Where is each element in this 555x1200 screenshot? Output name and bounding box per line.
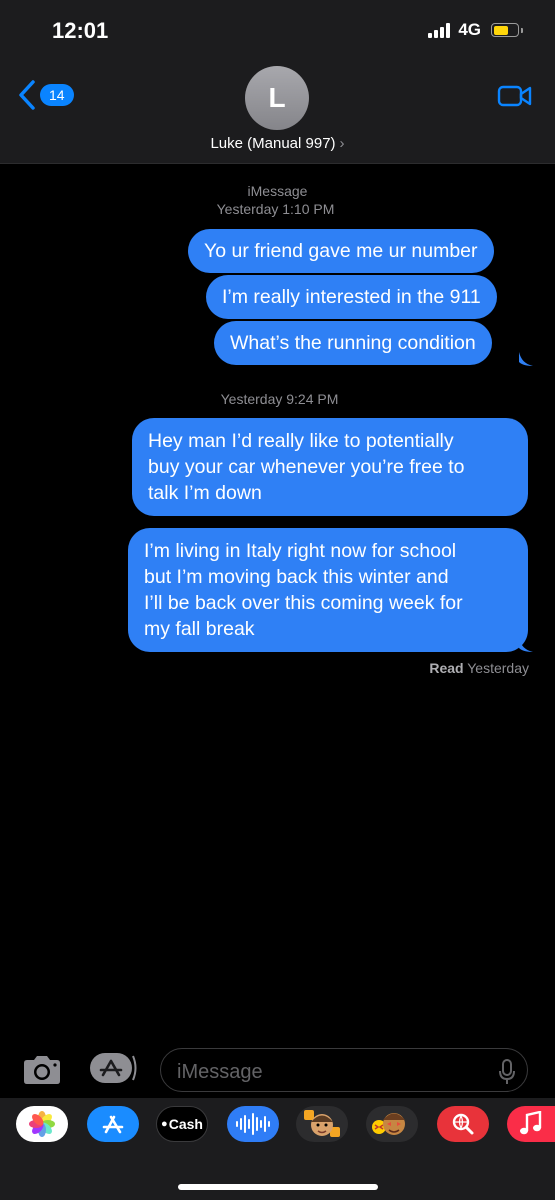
message-line: I’ll be back over this coming week for	[144, 592, 463, 614]
status-time: 12:01	[52, 18, 109, 43]
composer: iMessage	[0, 1040, 555, 1100]
message-line: talk I’m down	[148, 482, 262, 504]
conversation-header: 12:01 4G 14 L Luke (Manual 997) ›	[0, 0, 555, 164]
sent-message[interactable]: I’m living in Italy right now for school…	[128, 528, 528, 652]
chevron-left-icon	[19, 80, 35, 110]
memoji-app[interactable]	[296, 1106, 348, 1142]
bubble-tail	[519, 352, 533, 366]
facetime-button[interactable]	[497, 84, 533, 113]
app-store-icon	[90, 1053, 137, 1083]
message-line: I’m living in Italy right now for school	[144, 540, 457, 562]
web-search-icon	[452, 1113, 474, 1135]
message-line: but I’m moving back this winter and	[144, 566, 449, 588]
read-receipt: Read Yesterday	[429, 660, 529, 676]
web-search-app[interactable]	[437, 1106, 489, 1142]
microphone-icon	[499, 1059, 515, 1084]
message-input-placeholder: iMessage	[177, 1061, 263, 1083]
app-store-drawer-button[interactable]	[89, 1052, 139, 1089]
network-type: 4G	[458, 20, 481, 39]
sent-message[interactable]: Yo ur friend gave me ur number	[188, 229, 494, 273]
message-line: Hey man I’d really like to potentially	[148, 430, 454, 452]
sent-message[interactable]: Hey man I’d really like to potentially b…	[132, 418, 528, 516]
status-indicators: 4G	[428, 20, 523, 40]
dictation-button[interactable]	[499, 1059, 515, 1090]
unread-count-badge: 14	[40, 84, 74, 106]
camera-icon	[24, 1056, 60, 1084]
app-store-icon	[102, 1115, 124, 1134]
bubble-tail	[519, 638, 533, 652]
memoji-icon	[304, 1110, 340, 1137]
audio-message-app[interactable]	[227, 1106, 279, 1142]
read-label: Read	[429, 660, 464, 676]
video-camera-icon	[497, 85, 532, 107]
music-app[interactable]	[507, 1106, 555, 1142]
timestamp: Yesterday 1:10 PM	[216, 201, 335, 217]
music-icon	[520, 1111, 542, 1135]
contact-name-button[interactable]: Luke (Manual 997) ›	[0, 135, 555, 152]
timestamp: Yesterday 9:24 PM	[220, 391, 339, 407]
home-indicator[interactable]	[178, 1184, 378, 1190]
audio-message-icon	[236, 1113, 270, 1135]
animoji-app[interactable]	[366, 1106, 418, 1142]
message-input[interactable]: iMessage	[160, 1048, 528, 1092]
signal-icon	[428, 22, 451, 38]
sent-message[interactable]: I’m really interested in the 911	[206, 275, 497, 319]
avatar[interactable]: L	[245, 66, 309, 130]
photos-icon	[29, 1111, 55, 1137]
chevron-right-icon: ›	[339, 135, 345, 152]
apple-logo-icon: ●	[161, 1118, 168, 1130]
contact-name: Luke (Manual 997)	[210, 135, 336, 152]
battery-icon	[491, 23, 523, 37]
message-line: buy your car whenever you’re free to	[148, 456, 465, 478]
app-store-app[interactable]	[87, 1106, 139, 1142]
photos-app[interactable]	[16, 1106, 68, 1142]
service-label: iMessage	[247, 183, 308, 199]
read-time: Yesterday	[467, 660, 529, 676]
animoji-icon	[372, 1113, 405, 1135]
cash-label: Cash	[168, 1116, 203, 1132]
back-button[interactable]: 14	[18, 80, 74, 110]
apple-cash-app[interactable]: ● Cash	[156, 1106, 208, 1142]
camera-button[interactable]	[22, 1055, 62, 1090]
sent-message[interactable]: What’s the running condition	[214, 321, 492, 365]
app-drawer: ● Cash	[0, 1098, 555, 1200]
message-line: my fall break	[144, 618, 255, 640]
